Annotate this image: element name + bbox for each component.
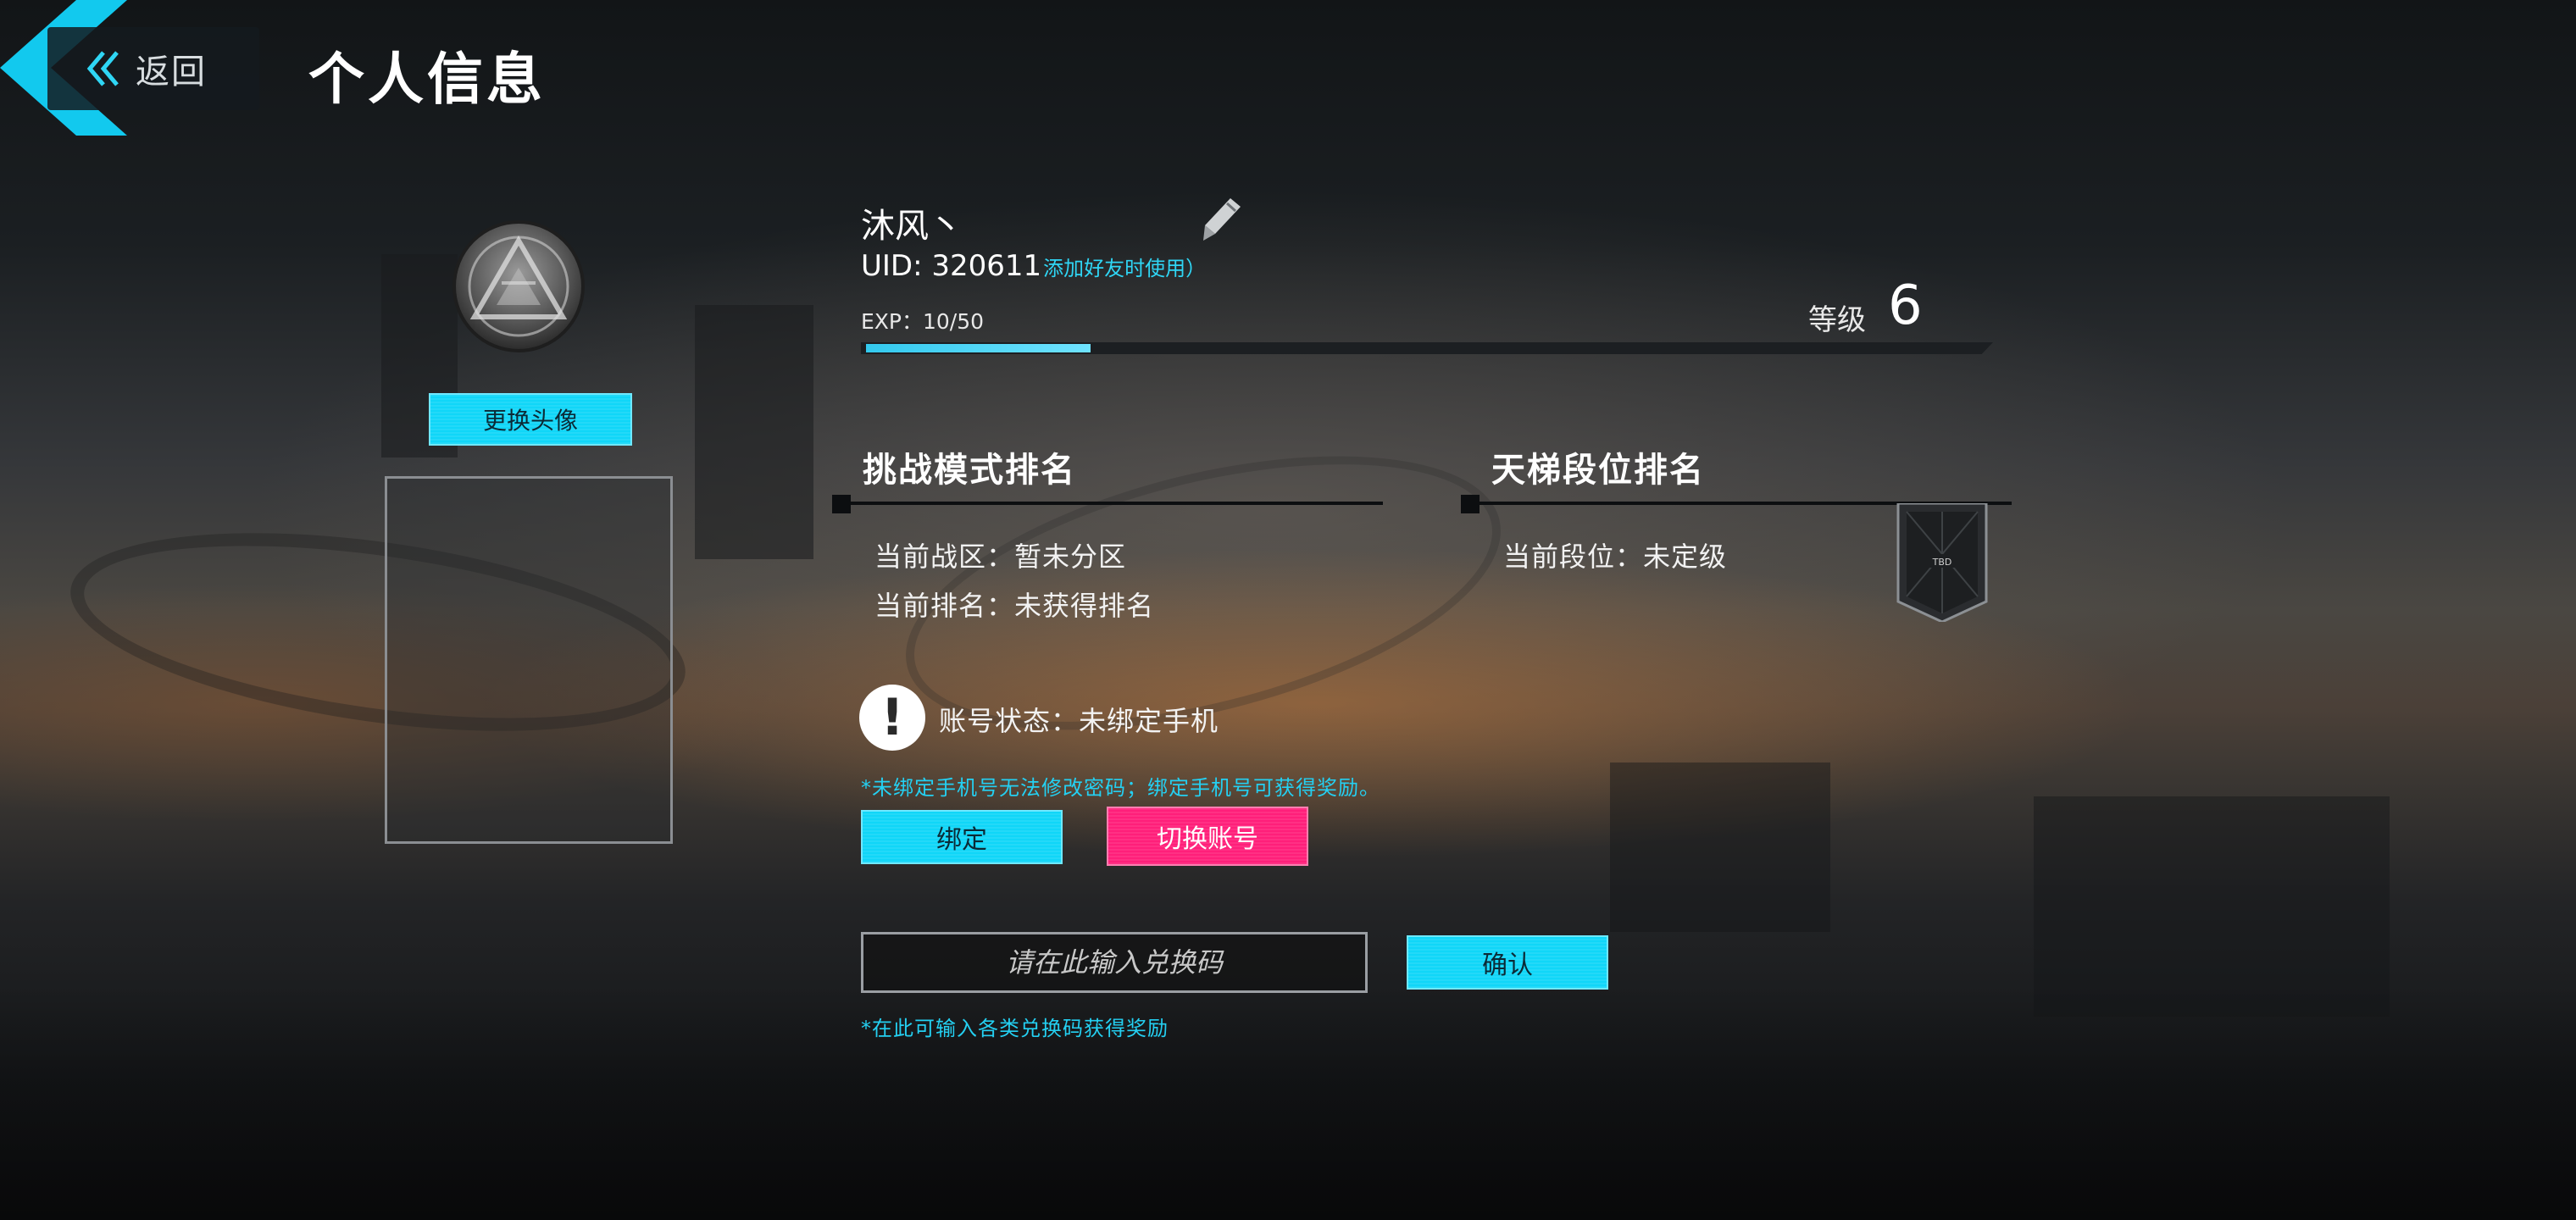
redeem-confirm-button[interactable]: 确认	[1407, 935, 1608, 990]
account-status: 账号状态：未绑定手机	[939, 705, 1219, 737]
level-value: 6	[1888, 274, 1923, 337]
back-label: 返回	[136, 53, 207, 92]
challenge-rank-value: 当前排名：未获得排名	[874, 590, 1155, 622]
bind-button[interactable]: 绑定	[861, 810, 1063, 864]
warning-icon: !	[859, 685, 925, 751]
uid-value[interactable]: UID: 320611	[861, 249, 1041, 283]
level-label: 等级	[1808, 303, 1866, 337]
back-plate[interactable]: 返回	[47, 27, 259, 110]
nickname: 沐风丶	[861, 207, 963, 246]
rank-badge-label: TBD	[1932, 557, 1952, 568]
exp-progress-bar	[861, 342, 1993, 354]
rank-badge-icon: TBD	[1896, 503, 1988, 622]
double-chevron-left-icon	[86, 51, 119, 86]
uid-row: UID: 320611 添加好友时使用）	[861, 249, 1206, 283]
uid-hint: 添加好友时使用）	[1043, 257, 1207, 280]
challenge-rank-title: 挑战模式排名	[863, 451, 1076, 490]
redeem-note: *在此可输入各类兑换码获得奖励	[861, 1017, 1169, 1040]
exp-label: EXP：10/50	[861, 309, 985, 334]
redeem-code-input[interactable]	[861, 932, 1368, 993]
character-portrait-frame	[385, 476, 673, 844]
pencil-icon[interactable]	[1202, 197, 1242, 244]
exp-progress-fill	[866, 344, 1091, 352]
avatar[interactable]	[451, 219, 586, 354]
challenge-zone: 当前战区：暂未分区	[874, 541, 1127, 573]
switch-account-button[interactable]: 切换账号	[1107, 807, 1308, 866]
section-divider	[841, 502, 1383, 505]
bind-note: *未绑定手机号无法修改密码；绑定手机号可获得奖励。	[861, 776, 1380, 800]
page-title: 个人信息	[308, 47, 546, 112]
ladder-rank-title: 天梯段位排名	[1491, 451, 1705, 490]
change-avatar-button[interactable]: 更换头像	[429, 393, 632, 446]
ladder-tier: 当前段位：未定级	[1503, 541, 1728, 573]
